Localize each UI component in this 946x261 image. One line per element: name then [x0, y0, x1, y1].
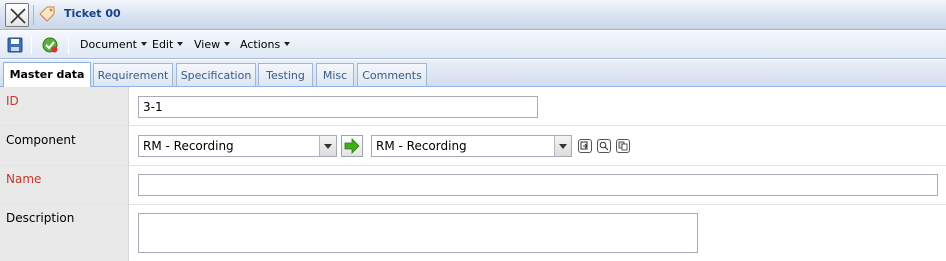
dropdown-arrow-icon[interactable] [554, 136, 571, 156]
menu-document[interactable]: Document [80, 38, 147, 51]
close-icon [10, 8, 26, 24]
component-select-right[interactable]: RM - Recording [371, 135, 572, 157]
arrow-right-icon [344, 138, 360, 154]
title-bar: Ticket 00 [0, 0, 946, 30]
save-icon[interactable] [7, 37, 23, 53]
copy-button[interactable] [578, 139, 592, 153]
title-separator [33, 5, 34, 25]
component-select-left[interactable]: RM - Recording [138, 135, 337, 157]
description-field[interactable] [138, 213, 698, 253]
name-label: Name [6, 172, 42, 186]
tab-misc[interactable]: Misc [316, 63, 354, 86]
id-field[interactable]: 3-1 [138, 96, 538, 118]
clipboard-icon [618, 141, 628, 151]
chevron-down-icon [177, 42, 184, 46]
row-divider [0, 165, 946, 166]
component-select-left-value: RM - Recording [143, 139, 234, 153]
search-icon [599, 141, 609, 151]
component-label: Component [6, 133, 76, 147]
menu-actions[interactable]: Actions [240, 38, 291, 51]
dropdown-arrow-icon[interactable] [319, 136, 336, 156]
close-button[interactable] [5, 3, 29, 27]
menu-view-label: View [194, 38, 221, 51]
chevron-down-icon [284, 42, 291, 46]
chevron-down-icon [224, 42, 231, 46]
id-label: ID [6, 94, 19, 108]
search-button[interactable] [597, 139, 611, 153]
menu-actions-label: Actions [240, 38, 281, 51]
menu-edit[interactable]: Edit [152, 38, 184, 51]
row-divider [0, 125, 946, 126]
menu-edit-label: Edit [152, 38, 174, 51]
tab-specification[interactable]: Specification [176, 63, 256, 86]
tab-master-data[interactable]: Master data [3, 62, 91, 87]
tab-requirement[interactable]: Requirement [93, 63, 173, 86]
tab-comments[interactable]: Comments [357, 63, 427, 86]
master-data-form: ID 3-1 Component RM - Recording RM - Rec… [0, 87, 946, 261]
transfer-button[interactable] [341, 135, 363, 157]
window-title: Ticket 00 [64, 7, 121, 20]
check-icon[interactable] [42, 37, 58, 53]
chevron-down-icon [141, 42, 147, 46]
component-select-right-value: RM - Recording [376, 139, 467, 153]
toolbar-separator [31, 36, 32, 54]
clipboard-button[interactable] [616, 139, 630, 153]
copy-icon [580, 141, 588, 150]
tag-icon [39, 6, 55, 22]
description-label: Description [6, 211, 75, 225]
tab-strip: Master data Requirement Specification Te… [0, 60, 946, 87]
menu-view[interactable]: View [194, 38, 231, 51]
menu-document-label: Document [80, 38, 137, 51]
tab-testing[interactable]: Testing [258, 63, 313, 86]
toolbar: Document Edit View Actions [0, 31, 946, 59]
name-field[interactable] [138, 174, 938, 196]
row-divider [0, 204, 946, 205]
toolbar-separator [68, 36, 69, 54]
